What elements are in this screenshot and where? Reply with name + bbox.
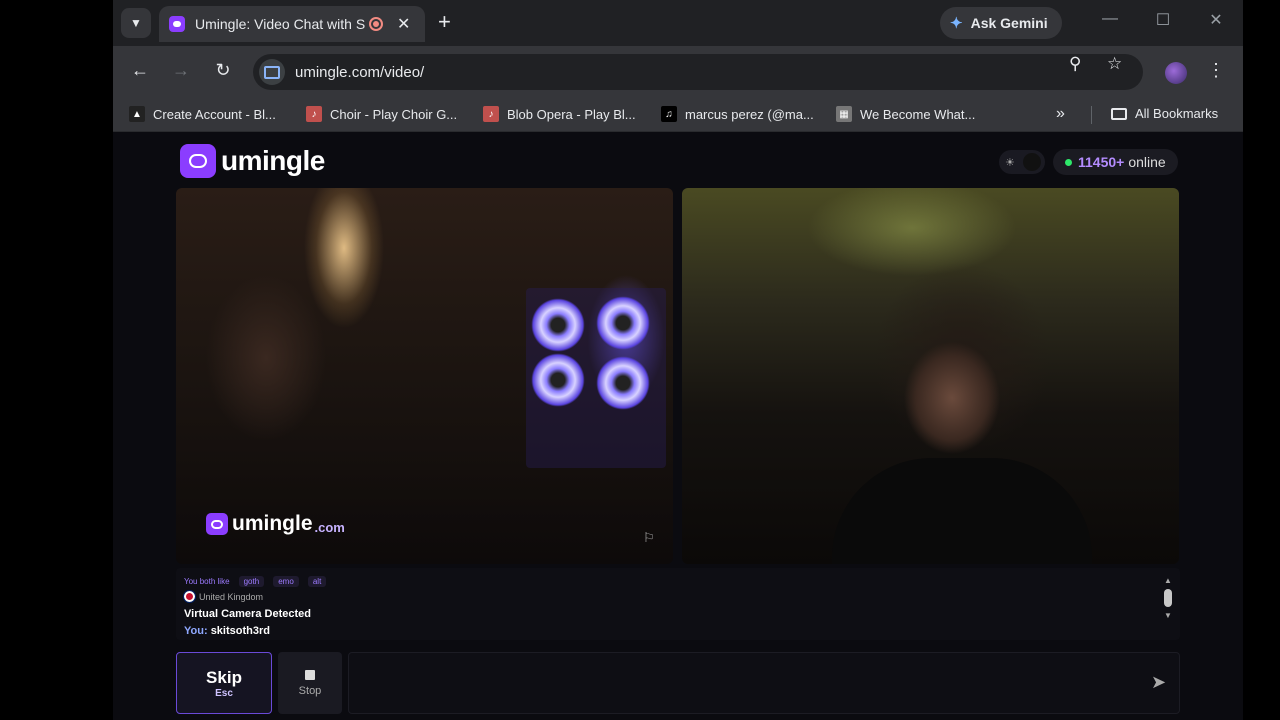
bookmark-item[interactable]: ♪ Blob Opera - Play Bl... bbox=[483, 106, 636, 122]
umingle-watermark: umingle .com bbox=[206, 512, 345, 536]
interests-prefix: You both like bbox=[184, 577, 230, 586]
send-icon[interactable]: ➤ bbox=[1151, 672, 1166, 693]
screen: ▼ Umingle: Video Chat with St ✕ + ✦ Ask … bbox=[0, 0, 1280, 720]
rgb-fan-image bbox=[596, 356, 650, 410]
url-text[interactable]: umingle.com/video/ bbox=[295, 64, 424, 81]
online-status-dot bbox=[1065, 158, 1072, 166]
rgb-fan-image bbox=[531, 353, 585, 407]
recording-icon bbox=[369, 17, 383, 31]
profile-avatar[interactable] bbox=[1165, 62, 1187, 84]
local-video: umingle .com ⚐ bbox=[176, 188, 673, 564]
tab-title: Umingle: Video Chat with St bbox=[195, 16, 365, 32]
address-bar[interactable]: umingle.com/video/ bbox=[253, 54, 1143, 90]
bookmark-label: Create Account - Bl... bbox=[153, 106, 276, 122]
bookmark-item[interactable]: ♪ Choir - Play Choir G... bbox=[306, 106, 457, 122]
site-info-icon[interactable] bbox=[259, 59, 285, 85]
bookmarks-bar: ▲ Create Account - Bl... ♪ Choir - Play … bbox=[113, 98, 1243, 132]
game-icon: ▦ bbox=[836, 106, 852, 122]
chat-log[interactable]: You both like goth emo alt United Kingdo… bbox=[176, 568, 1180, 640]
browser-window: ▼ Umingle: Video Chat with St ✕ + ✦ Ask … bbox=[113, 0, 1243, 720]
umingle-page: umingle ☀ 11450+ online umingle .com ⚐ Y… bbox=[113, 132, 1243, 720]
stop-button[interactable]: Stop bbox=[278, 652, 342, 714]
bookmark-label: marcus perez (@ma... bbox=[685, 106, 814, 122]
back-arrow-icon[interactable]: ← bbox=[127, 60, 153, 81]
scroll-up-icon[interactable]: ▲ bbox=[1162, 576, 1174, 585]
uk-flag-icon bbox=[183, 590, 196, 603]
watermark-text: umingle bbox=[232, 512, 313, 535]
toolbar: ← → ↻ umingle.com/video/ ⚲ ☆ ⋮ bbox=[113, 46, 1243, 98]
rgb-fan-image bbox=[596, 296, 650, 350]
remote-video bbox=[682, 188, 1179, 564]
bookmark-item[interactable]: ▲ Create Account - Bl... bbox=[129, 106, 276, 122]
choir-icon: ♪ bbox=[306, 106, 322, 122]
interest-tag: goth bbox=[238, 576, 265, 587]
new-tab-button[interactable]: + bbox=[438, 10, 451, 34]
message-input[interactable] bbox=[348, 652, 1180, 714]
system-message: Virtual Camera Detected bbox=[184, 608, 311, 620]
gemini-sparkle-icon: ✦ bbox=[950, 15, 963, 32]
tab-umingle[interactable]: Umingle: Video Chat with St ✕ bbox=[159, 6, 425, 42]
skip-button[interactable]: Skip Esc bbox=[176, 652, 272, 714]
toggle-knob bbox=[1022, 153, 1041, 171]
tab-search-chevron-icon[interactable]: ▼ bbox=[121, 8, 151, 38]
reload-icon[interactable]: ↻ bbox=[210, 60, 236, 81]
mountain-icon: ▲ bbox=[129, 106, 145, 122]
ask-gemini-button[interactable]: ✦ Ask Gemini bbox=[940, 7, 1062, 39]
sun-icon: ☀ bbox=[1005, 156, 1015, 169]
watermark-logo-icon bbox=[206, 513, 228, 535]
bookmark-item[interactable]: ▦ We Become What... bbox=[836, 106, 975, 122]
all-bookmarks-label: All Bookmarks bbox=[1135, 106, 1219, 121]
forward-arrow-icon[interactable]: → bbox=[168, 60, 194, 81]
watermark-suffix: .com bbox=[314, 519, 345, 535]
ask-gemini-label: Ask Gemini bbox=[970, 15, 1048, 31]
shared-interests-line: You both like goth emo alt bbox=[184, 575, 327, 587]
report-flag-icon[interactable]: ⚐ bbox=[643, 530, 655, 546]
window-close-icon[interactable]: ✕ bbox=[1201, 10, 1231, 30]
you-label: You: bbox=[184, 625, 208, 637]
umingle-favicon-icon bbox=[169, 16, 185, 32]
scroll-thumb[interactable] bbox=[1164, 589, 1172, 607]
stranger-silhouette bbox=[832, 458, 1092, 564]
online-label: online bbox=[1128, 154, 1166, 170]
country-label: United Kingdom bbox=[199, 591, 264, 602]
scroll-down-icon[interactable]: ▼ bbox=[1162, 611, 1174, 620]
skip-shortcut: Esc bbox=[215, 687, 233, 699]
minimize-icon[interactable]: — bbox=[1095, 10, 1125, 28]
zoom-icon[interactable]: ⚲ bbox=[1069, 54, 1081, 74]
menu-dots-icon[interactable]: ⋮ bbox=[1207, 60, 1225, 81]
folder-icon bbox=[1111, 107, 1127, 120]
bookmark-label: Choir - Play Choir G... bbox=[330, 106, 458, 122]
bookmark-star-icon[interactable]: ☆ bbox=[1107, 54, 1122, 74]
chat-bubble-logo-icon bbox=[180, 144, 216, 178]
interest-tag: alt bbox=[307, 576, 327, 587]
blob-icon: ♪ bbox=[483, 106, 499, 122]
tiktok-icon: ♫ bbox=[661, 106, 677, 122]
all-bookmarks-button[interactable]: All Bookmarks bbox=[1111, 106, 1218, 121]
tab-strip: ▼ Umingle: Video Chat with St ✕ + ✦ Ask … bbox=[113, 0, 1243, 46]
tab-close-icon[interactable]: ✕ bbox=[397, 14, 410, 34]
stranger-country: United Kingdom bbox=[183, 590, 264, 603]
interest-tag: emo bbox=[273, 576, 299, 587]
stop-label: Stop bbox=[298, 684, 322, 697]
online-counter: 11450+ online bbox=[1053, 149, 1178, 175]
you-message-text: skitsoth3rd bbox=[210, 625, 270, 637]
online-count: 11450+ bbox=[1078, 154, 1125, 170]
stop-square-icon bbox=[305, 669, 315, 680]
maximize-icon[interactable]: ☐ bbox=[1148, 10, 1178, 30]
bookmark-item[interactable]: ♫ marcus perez (@ma... bbox=[661, 106, 814, 122]
bookmark-label: We Become What... bbox=[860, 106, 976, 122]
chat-scrollbar[interactable]: ▲ ▼ bbox=[1162, 576, 1174, 634]
logo-text: umingle bbox=[221, 145, 325, 176]
bookmark-label: Blob Opera - Play Bl... bbox=[507, 106, 636, 122]
rgb-fan-image bbox=[531, 298, 585, 352]
my-message: You: skitsoth3rd bbox=[184, 625, 270, 637]
bookmarks-overflow-icon[interactable]: » bbox=[1056, 105, 1065, 123]
umingle-logo[interactable]: umingle bbox=[180, 144, 325, 178]
skip-label: Skip bbox=[206, 667, 242, 687]
bookmarks-divider bbox=[1091, 106, 1092, 124]
theme-toggle[interactable]: ☀ bbox=[999, 150, 1045, 174]
